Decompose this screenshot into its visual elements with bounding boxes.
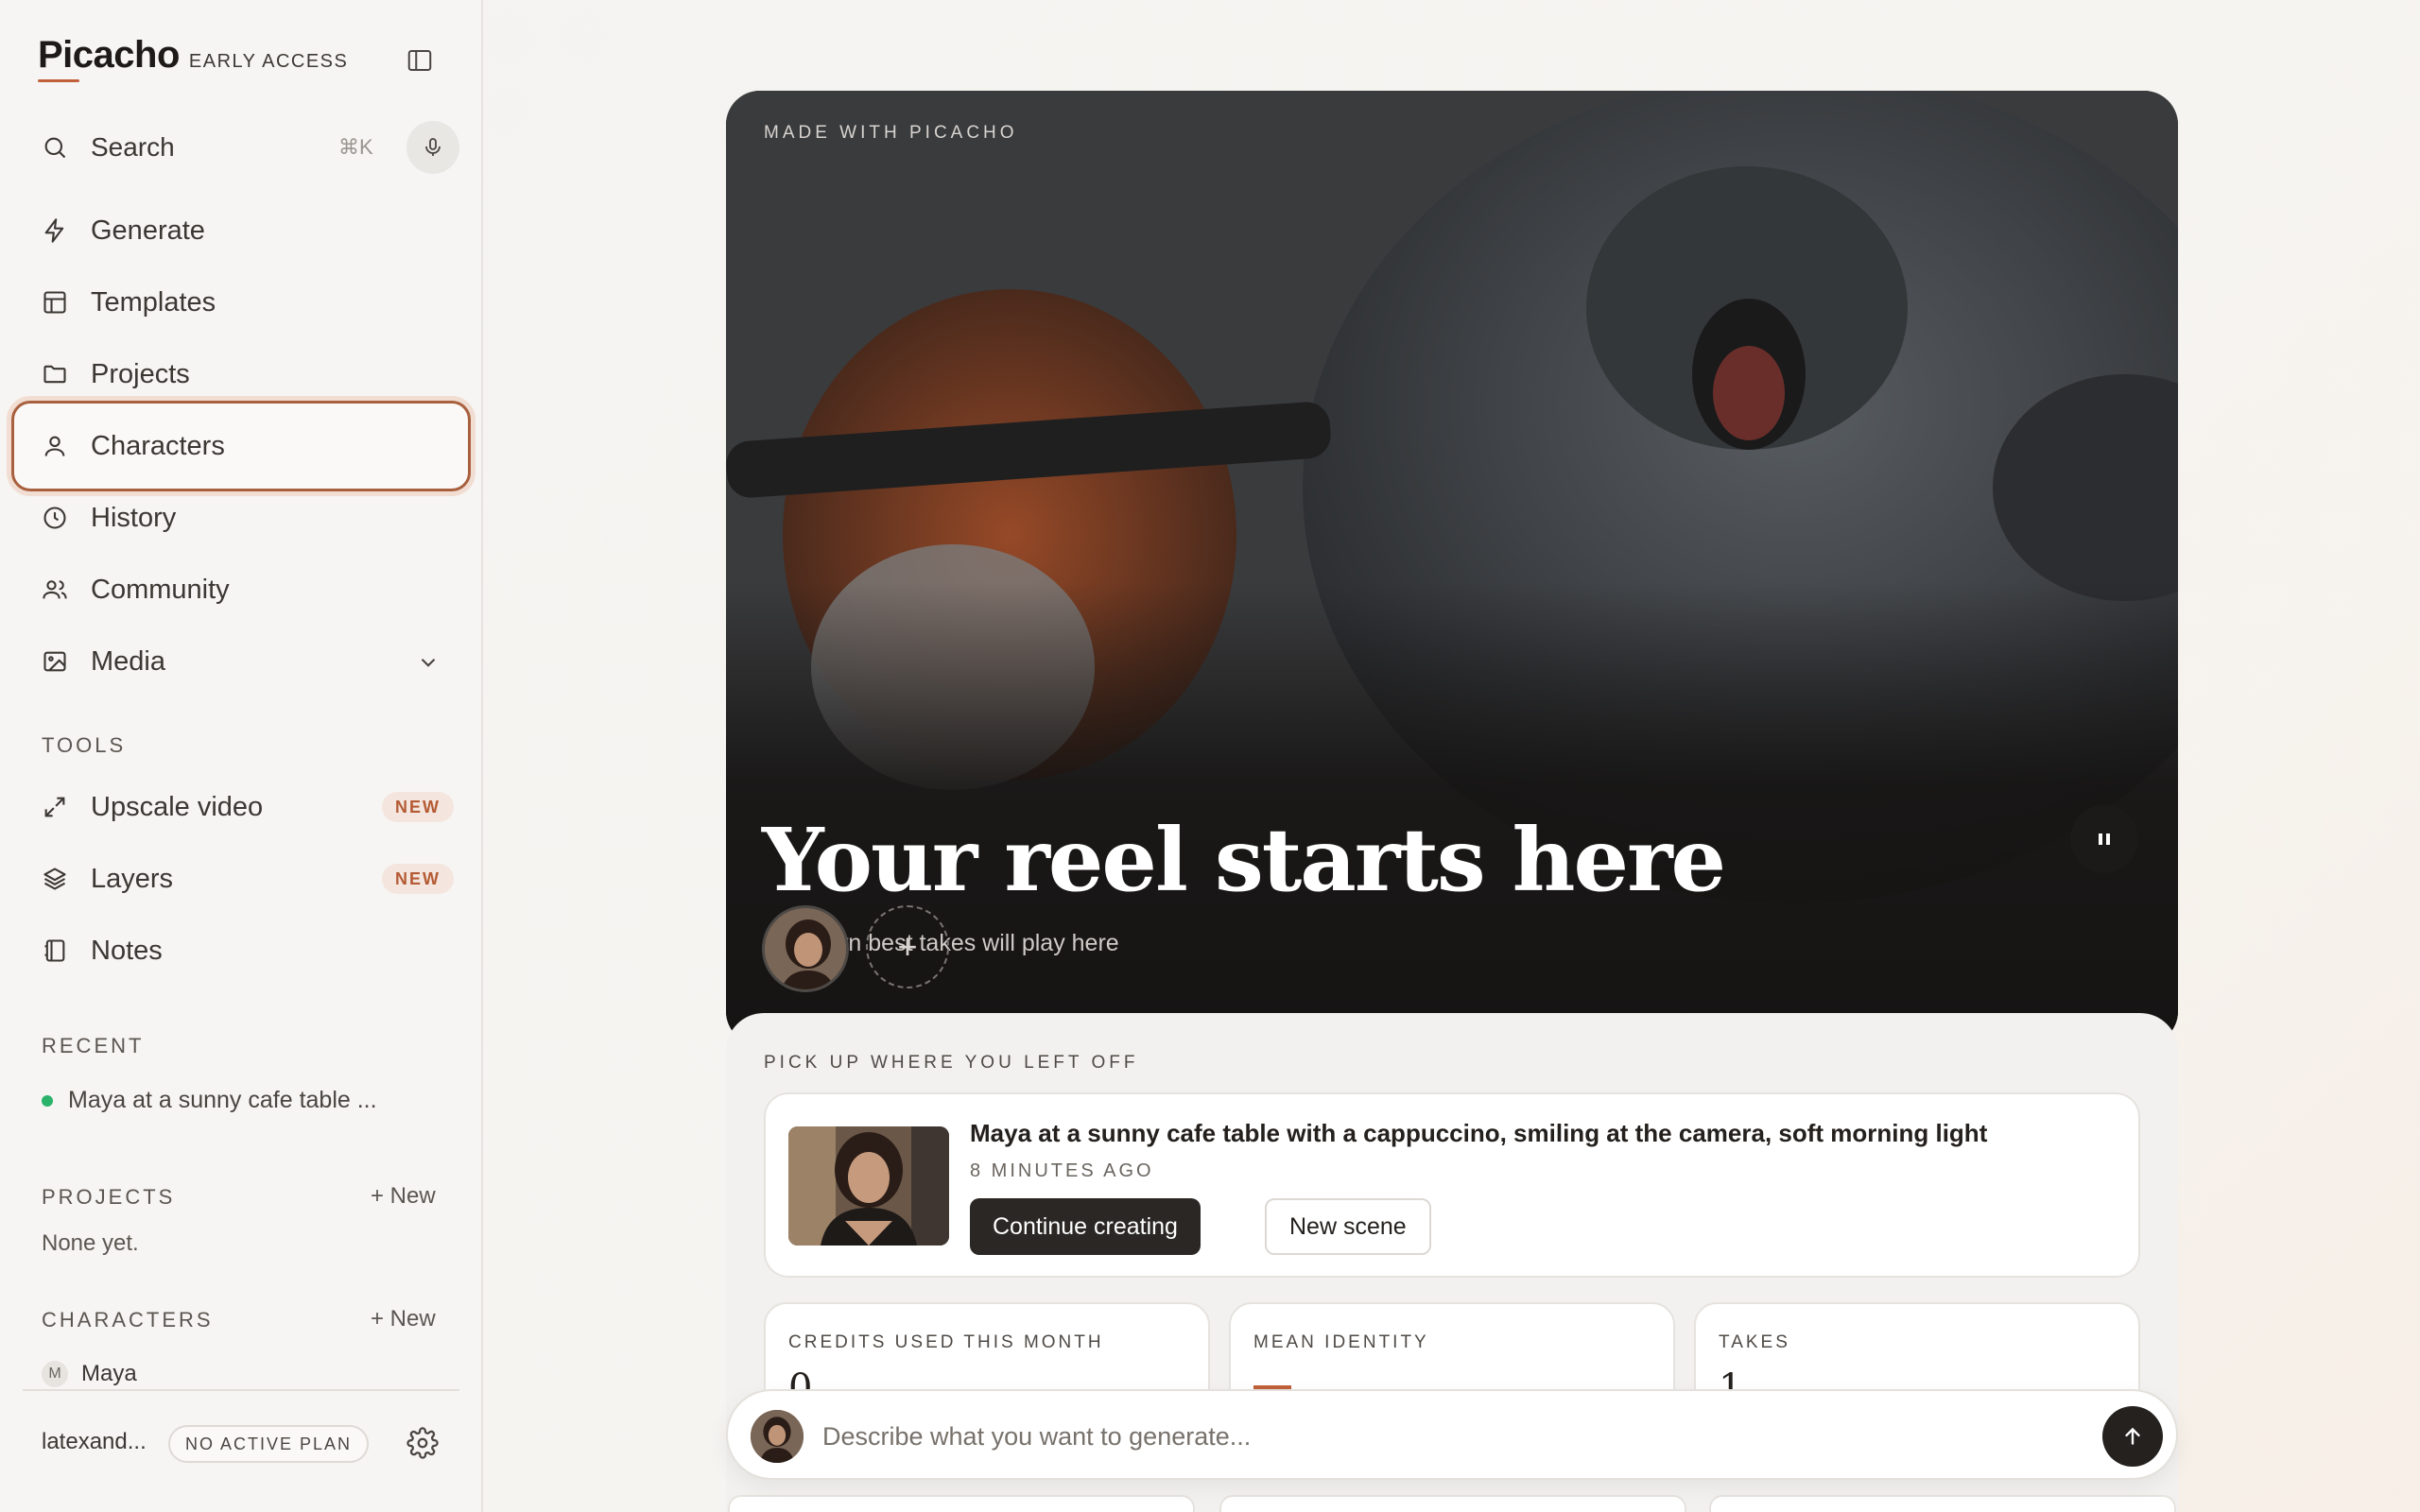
character-avatar: M [42, 1361, 68, 1387]
resume-title: Maya at a sunny cafe table with a cappuc… [970, 1119, 1988, 1147]
hero-reel[interactable]: MADE WITH PICACHO Your reel starts here … [726, 91, 2178, 1045]
prompt-bar [726, 1389, 2178, 1480]
nav-label: Generate [91, 215, 205, 246]
brand-name: Picacho [38, 34, 180, 76]
tool-label: Notes [91, 935, 163, 966]
sidebar: Picacho EARLY ACCESS Search ⌘K Generate … [0, 0, 483, 1512]
arrow-up-icon [2125, 1427, 2140, 1445]
resume-thumbnail[interactable] [788, 1126, 949, 1246]
chevron-down-icon[interactable] [416, 650, 441, 675]
projects-empty: None yet. [42, 1230, 139, 1256]
new-scene-button[interactable]: New scene [1265, 1198, 1431, 1255]
user-icon [44, 436, 65, 456]
new-character-button[interactable]: + New [371, 1306, 436, 1332]
search-bar[interactable]: Search ⌘K [23, 121, 459, 174]
nav-label: Projects [91, 358, 190, 389]
stat-label: MEAN IDENTITY [1253, 1332, 1429, 1352]
new-project-button[interactable]: + New [371, 1183, 436, 1210]
pause-button[interactable] [2070, 805, 2138, 873]
projects-heading: PROJECTS [42, 1185, 176, 1209]
search-icon [44, 137, 66, 159]
hero-title: Your reel starts here [762, 809, 1726, 911]
search-label: Search [91, 132, 175, 162]
sidebar-panel-icon [407, 50, 432, 71]
notebook-icon [44, 939, 65, 962]
recent-item-label: Maya at a sunny cafe table ... [68, 1087, 377, 1113]
stat-label: TAKES [1719, 1332, 1790, 1352]
character-avatar-maya[interactable] [762, 905, 849, 992]
expand-arrows-icon [44, 797, 65, 817]
character-item-maya[interactable]: M Maya [42, 1361, 137, 1387]
thumbnail-image [788, 1126, 949, 1246]
prompt-input[interactable] [822, 1418, 2051, 1455]
user-name[interactable]: latexand... [42, 1429, 147, 1455]
recent-heading: RECENT [42, 1034, 145, 1057]
continue-creating-button[interactable]: Continue creating [970, 1198, 1201, 1255]
tool-label: Upscale video [91, 791, 264, 822]
layout-icon [43, 291, 66, 314]
settings-button[interactable] [406, 1427, 439, 1464]
resume-timestamp: 8 MINUTES AGO [970, 1160, 1154, 1181]
plan-badge[interactable]: NO ACTIVE PLAN [168, 1425, 370, 1463]
sidebar-divider [23, 1389, 459, 1391]
new-badge: NEW [382, 864, 454, 894]
bottom-card [728, 1495, 1195, 1512]
image-icon [43, 651, 66, 672]
search-shortcut: ⌘K [338, 135, 373, 159]
tools-heading: TOOLS [42, 733, 127, 757]
pause-icon [2099, 833, 2110, 845]
resume-card[interactable]: Maya at a sunny cafe table with a cappuc… [764, 1092, 2140, 1278]
nav-label: Templates [91, 286, 216, 318]
hero-kicker: MADE WITH PICACHO [764, 123, 1018, 143]
tool-item-notes[interactable]: Notes [11, 905, 471, 996]
stat-label: CREDITS USED THIS MONTH [788, 1332, 1104, 1352]
brand-underline [38, 79, 79, 82]
new-badge: NEW [382, 792, 454, 822]
recent-item[interactable]: Maya at a sunny cafe table ... [42, 1087, 377, 1114]
send-button[interactable] [2102, 1406, 2163, 1467]
prompt-character-avatar[interactable] [751, 1410, 804, 1463]
brand-tag: EARLY ACCESS [188, 51, 349, 72]
character-name: Maya [81, 1361, 137, 1386]
users-icon [43, 580, 67, 599]
collapse-sidebar-button[interactable] [405, 45, 435, 76]
bottom-card [1219, 1495, 1686, 1512]
status-dot [42, 1094, 53, 1107]
nav-item-media[interactable]: Media [11, 616, 471, 707]
bolt-icon [44, 218, 64, 243]
folder-icon [43, 365, 66, 384]
nav-label: History [91, 502, 177, 533]
brand[interactable]: Picacho EARLY ACCESS [38, 34, 348, 77]
nav-label: Media [91, 645, 165, 677]
layers-icon [43, 868, 66, 890]
nav-label: Characters [91, 430, 225, 461]
microphone-icon [425, 138, 441, 156]
nav-label: Community [91, 574, 230, 605]
tool-label: Layers [91, 863, 174, 894]
characters-heading: CHARACTERS [42, 1308, 214, 1332]
clock-icon [43, 507, 66, 529]
bottom-card [1709, 1495, 2176, 1512]
gear-icon [406, 1427, 439, 1459]
pickup-heading: PICK UP WHERE YOU LEFT OFF [764, 1053, 1139, 1073]
voice-search-button[interactable] [406, 121, 459, 174]
portrait-image [751, 1410, 804, 1463]
add-character-button[interactable]: + [866, 905, 949, 988]
